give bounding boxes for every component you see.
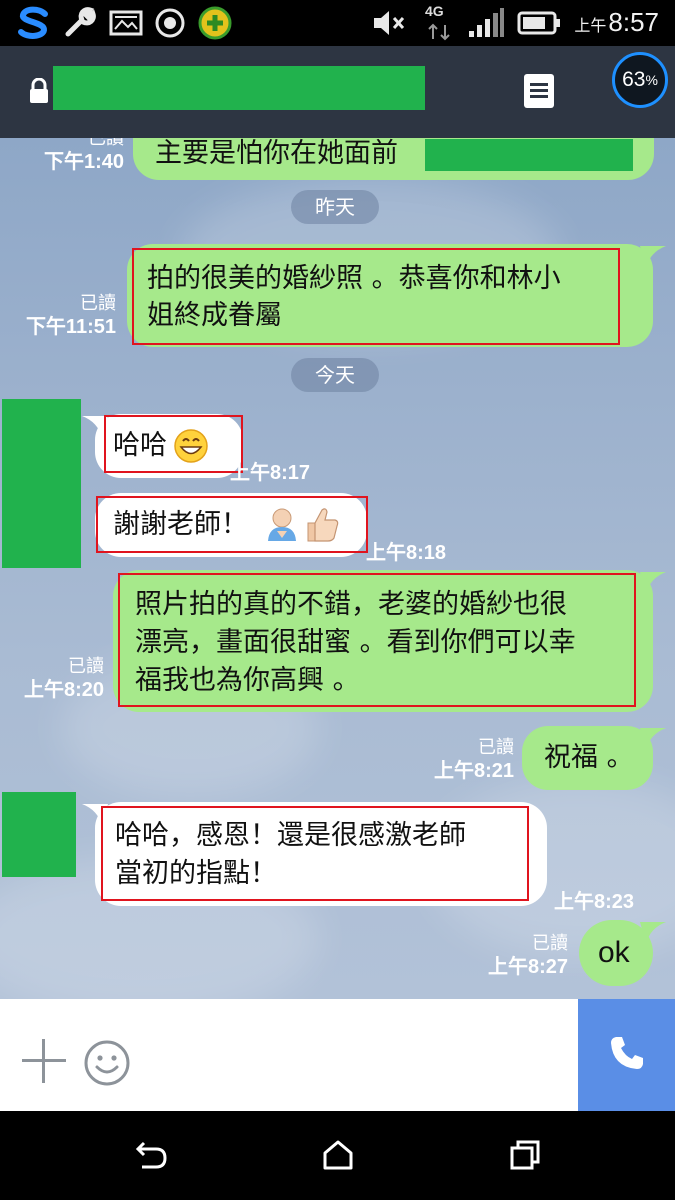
record-icon <box>152 6 188 40</box>
call-button[interactable] <box>578 999 675 1111</box>
date-separator: 今天 <box>291 358 379 392</box>
s-app-icon <box>14 6 54 40</box>
highlight-box <box>101 806 529 901</box>
redacted-text-block <box>425 139 633 171</box>
home-icon[interactable] <box>322 1139 354 1175</box>
status-clock: 上午8:57 <box>574 7 659 37</box>
message-input-bar <box>0 999 675 1111</box>
lock-icon <box>28 77 50 108</box>
message-time: 上午8:18 <box>366 542 447 564</box>
smiley-icon[interactable] <box>84 1040 130 1090</box>
back-icon[interactable] <box>134 1139 168 1175</box>
menu-icon[interactable] <box>524 74 554 108</box>
message-text: 主要是怕你在她面前 <box>155 138 398 169</box>
message-bubble-sent[interactable]: 主要是怕你在她面前 <box>133 138 654 180</box>
message-bubble-sent[interactable]: ok <box>579 920 653 986</box>
date-separator: 昨天 <box>291 190 379 224</box>
plus-icon[interactable] <box>22 1039 66 1083</box>
plus-badge-icon <box>196 6 234 40</box>
message-time: 上午8:17 <box>230 462 311 484</box>
system-navigation-bar <box>0 1111 675 1200</box>
wrench-icon <box>60 6 98 40</box>
message-bubble-sent[interactable]: 祝福 。 <box>522 726 653 790</box>
message-time: 上午8:23 <box>554 891 635 913</box>
highlight-box <box>132 248 620 345</box>
message-text: 祝福 。 <box>544 742 634 773</box>
contact-avatar[interactable] <box>2 399 81 568</box>
mute-icon <box>370 6 408 40</box>
highlight-box <box>104 415 243 473</box>
image-icon <box>107 6 145 40</box>
contact-avatar[interactable] <box>2 792 76 877</box>
recents-icon[interactable] <box>509 1139 541 1175</box>
message-meta: 已讀 上午8:21 <box>433 737 514 782</box>
highlight-box <box>96 496 368 553</box>
battery-percent-badge: 63% <box>612 52 668 108</box>
data-arrows-icon <box>424 22 454 42</box>
message-meta: 已讀 下午11:51 <box>25 293 116 338</box>
battery-icon <box>516 6 562 40</box>
message-meta: 已讀 上午8:20 <box>23 656 104 701</box>
signal-icon <box>466 6 506 40</box>
network-type-label: 4G <box>425 3 444 19</box>
message-text: ok <box>598 936 630 969</box>
highlight-box <box>118 573 636 707</box>
chat-header: 63% <box>0 46 675 138</box>
chat-thread[interactable]: 已讀 下午1:40 主要是怕你在她面前 昨天 已讀 下午11:51 拍的很美的婚… <box>0 138 675 999</box>
status-bar: 4G 上午8:57 <box>0 0 675 46</box>
phone-icon <box>607 1033 647 1077</box>
message-meta: 已讀 下午1:40 <box>43 138 124 173</box>
message-meta: 已讀 上午8:27 <box>487 933 568 978</box>
contact-name-redacted[interactable] <box>53 66 425 110</box>
